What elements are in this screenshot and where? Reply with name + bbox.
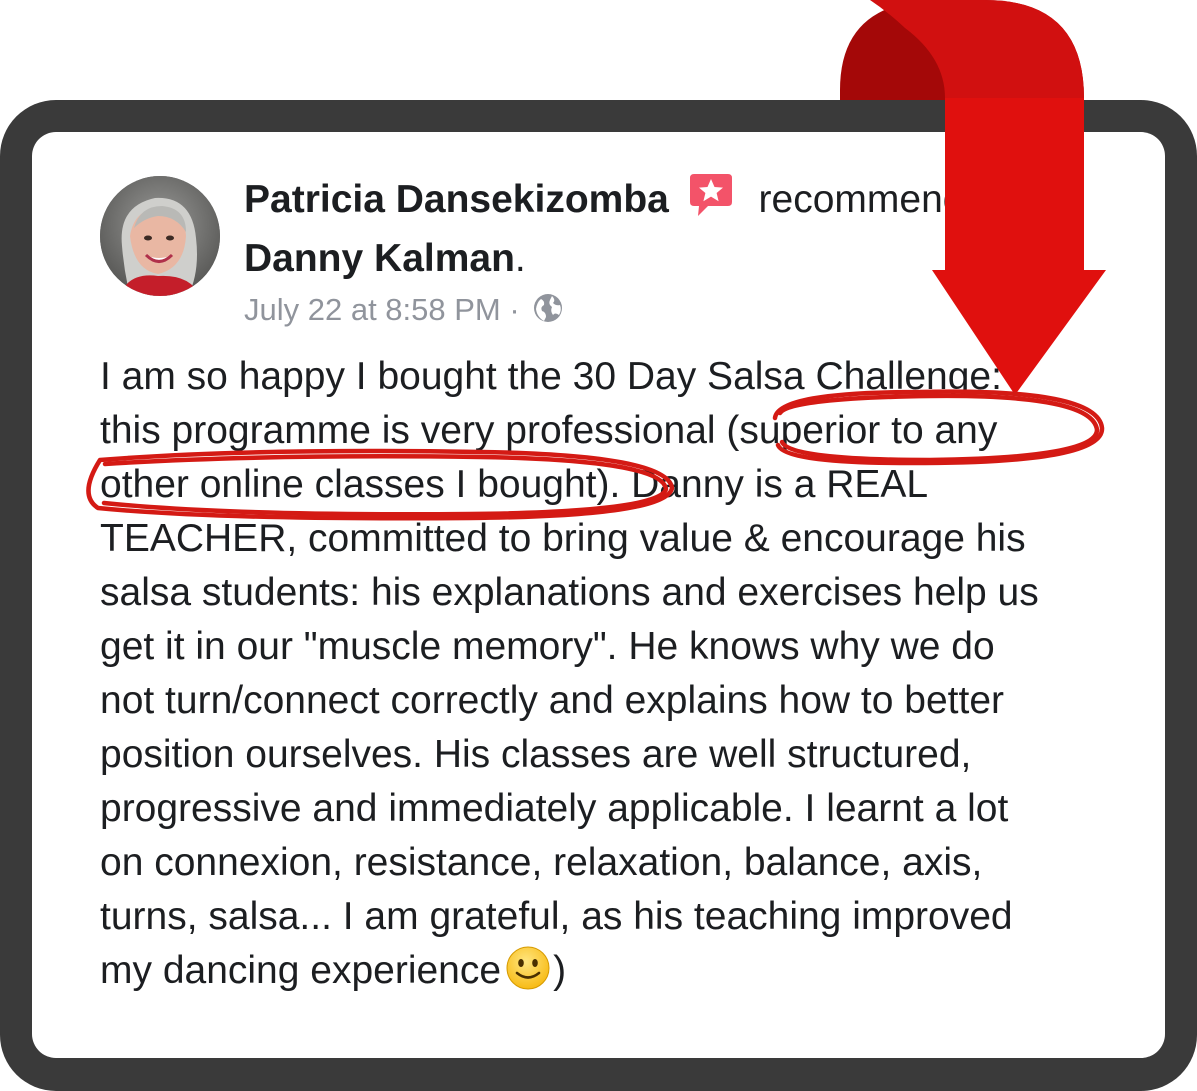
avatar[interactable] [100, 176, 220, 296]
body-line: on connexion, resistance, relaxation, ba… [100, 841, 983, 884]
body-line: this programme is very professional (sup… [100, 409, 998, 452]
header-line: Patricia Dansekizomba recommends [244, 170, 984, 236]
body-line-last: my dancing experience ) [100, 944, 1120, 1006]
post-timestamp[interactable]: July 22 at 8:58 PM [244, 292, 501, 327]
action-verb: recommends [758, 178, 984, 221]
body-line: I am so happy I bought the 30 Day Salsa … [100, 355, 1002, 398]
recommended-page-link[interactable]: Danny Kalman [244, 237, 515, 280]
author-name[interactable]: Patricia Dansekizomba [244, 178, 669, 221]
globe-icon[interactable] [532, 292, 564, 336]
post-body: I am so happy I bought the 30 Day Salsa … [100, 350, 1120, 1006]
meta-separator: · [509, 292, 520, 327]
body-line: turns, salsa... I am grateful, as his te… [100, 895, 1013, 938]
body-line: salsa students: his explanations and exe… [100, 571, 1039, 614]
body-line: not turn/connect correctly and explains … [100, 679, 1005, 722]
body-line: my dancing experience [100, 949, 502, 992]
body-end: ) [553, 949, 567, 992]
body-line: other online classes I bought). Danny is… [100, 463, 929, 506]
review-screenshot: Patricia Dansekizomba recommends Danny K… [0, 0, 1197, 1091]
page-suffix: . [514, 237, 526, 280]
post-header: Patricia Dansekizomba recommends Danny K… [244, 170, 984, 336]
body-line: TEACHER, committed to bring value & enco… [100, 517, 1026, 560]
recommendation-star-icon [688, 172, 734, 236]
recommended-page-line: Danny Kalman. [244, 236, 984, 282]
body-line: position ourselves. His classes are well… [100, 733, 972, 776]
post-meta: July 22 at 8:58 PM · [244, 288, 984, 336]
body-line: get it in our "muscle memory". He knows … [100, 625, 995, 668]
body-line: progressive and immediately applicable. … [100, 787, 1009, 830]
slightly-smiling-face-icon [505, 945, 551, 1006]
